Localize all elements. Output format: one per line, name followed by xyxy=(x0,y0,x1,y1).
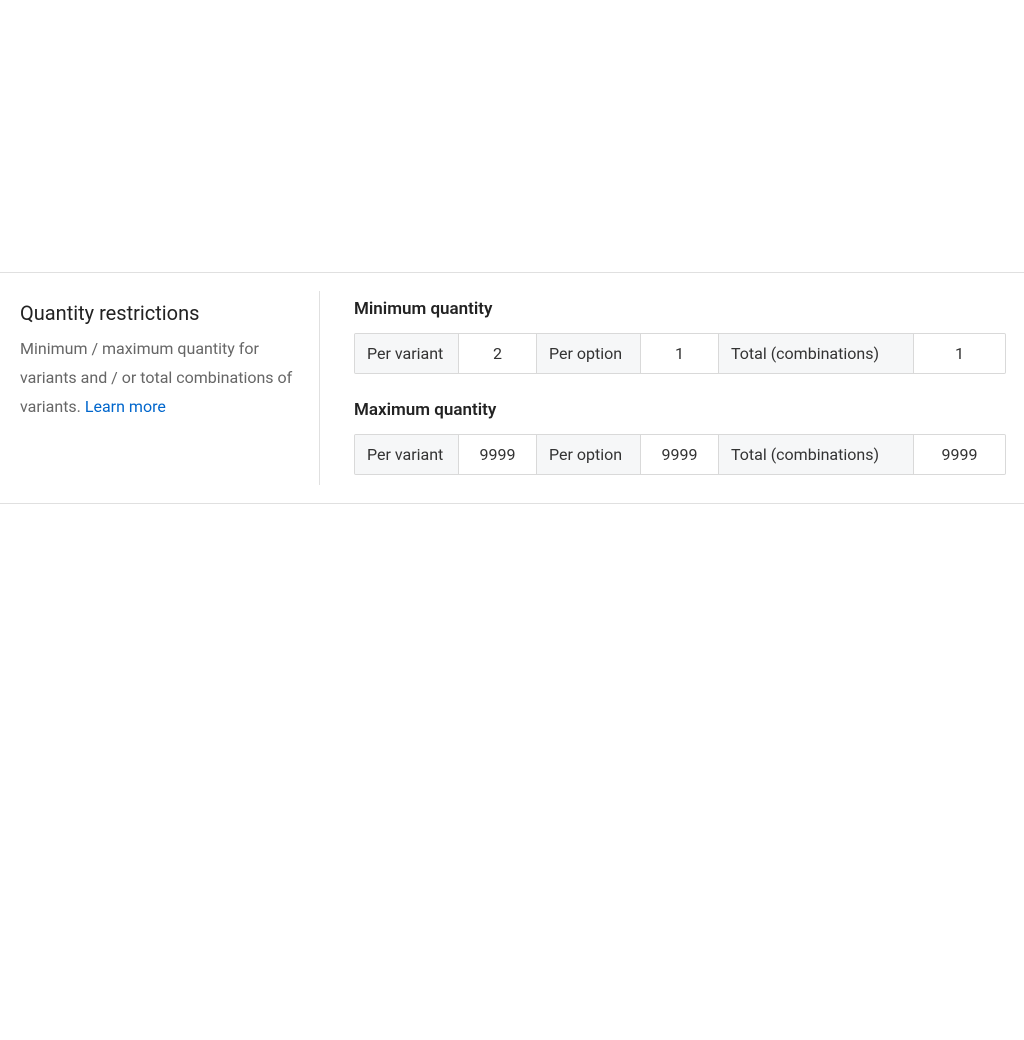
section-description: Minimum / maximum quantity for variants … xyxy=(20,335,300,421)
minimum-quantity-heading: Minimum quantity xyxy=(354,299,1006,319)
minimum-quantity-table: Per variant Per option Total (combinatio… xyxy=(354,333,1006,374)
max-per-variant-input[interactable] xyxy=(471,445,524,464)
section-title: Quantity restrictions xyxy=(20,301,300,325)
learn-more-link[interactable]: Learn more xyxy=(85,397,166,416)
minimum-quantity-group: Minimum quantity Per variant Per option … xyxy=(354,299,1006,374)
min-per-option-cell xyxy=(641,334,719,373)
quantity-restrictions-panel: Quantity restrictions Minimum / maximum … xyxy=(0,272,1024,504)
min-total-input[interactable] xyxy=(926,344,993,363)
min-per-variant-input[interactable] xyxy=(471,344,524,363)
min-total-label: Total (combinations) xyxy=(719,334,914,373)
min-per-variant-cell xyxy=(459,334,537,373)
max-per-option-cell xyxy=(641,435,719,474)
maximum-quantity-table: Per variant Per option Total (combinatio… xyxy=(354,434,1006,475)
maximum-quantity-heading: Maximum quantity xyxy=(354,400,1006,420)
min-per-option-input[interactable] xyxy=(653,344,706,363)
max-total-cell xyxy=(914,435,1005,474)
maximum-quantity-group: Maximum quantity Per variant Per option … xyxy=(354,400,1006,475)
min-per-variant-label: Per variant xyxy=(355,334,459,373)
max-per-variant-label: Per variant xyxy=(355,435,459,474)
section-sidebar: Quantity restrictions Minimum / maximum … xyxy=(0,273,320,503)
min-per-option-label: Per option xyxy=(537,334,641,373)
max-per-option-input[interactable] xyxy=(653,445,706,464)
max-total-input[interactable] xyxy=(926,445,993,464)
section-content: Minimum quantity Per variant Per option … xyxy=(320,273,1024,503)
min-total-cell xyxy=(914,334,1005,373)
max-per-variant-cell xyxy=(459,435,537,474)
max-total-label: Total (combinations) xyxy=(719,435,914,474)
max-per-option-label: Per option xyxy=(537,435,641,474)
